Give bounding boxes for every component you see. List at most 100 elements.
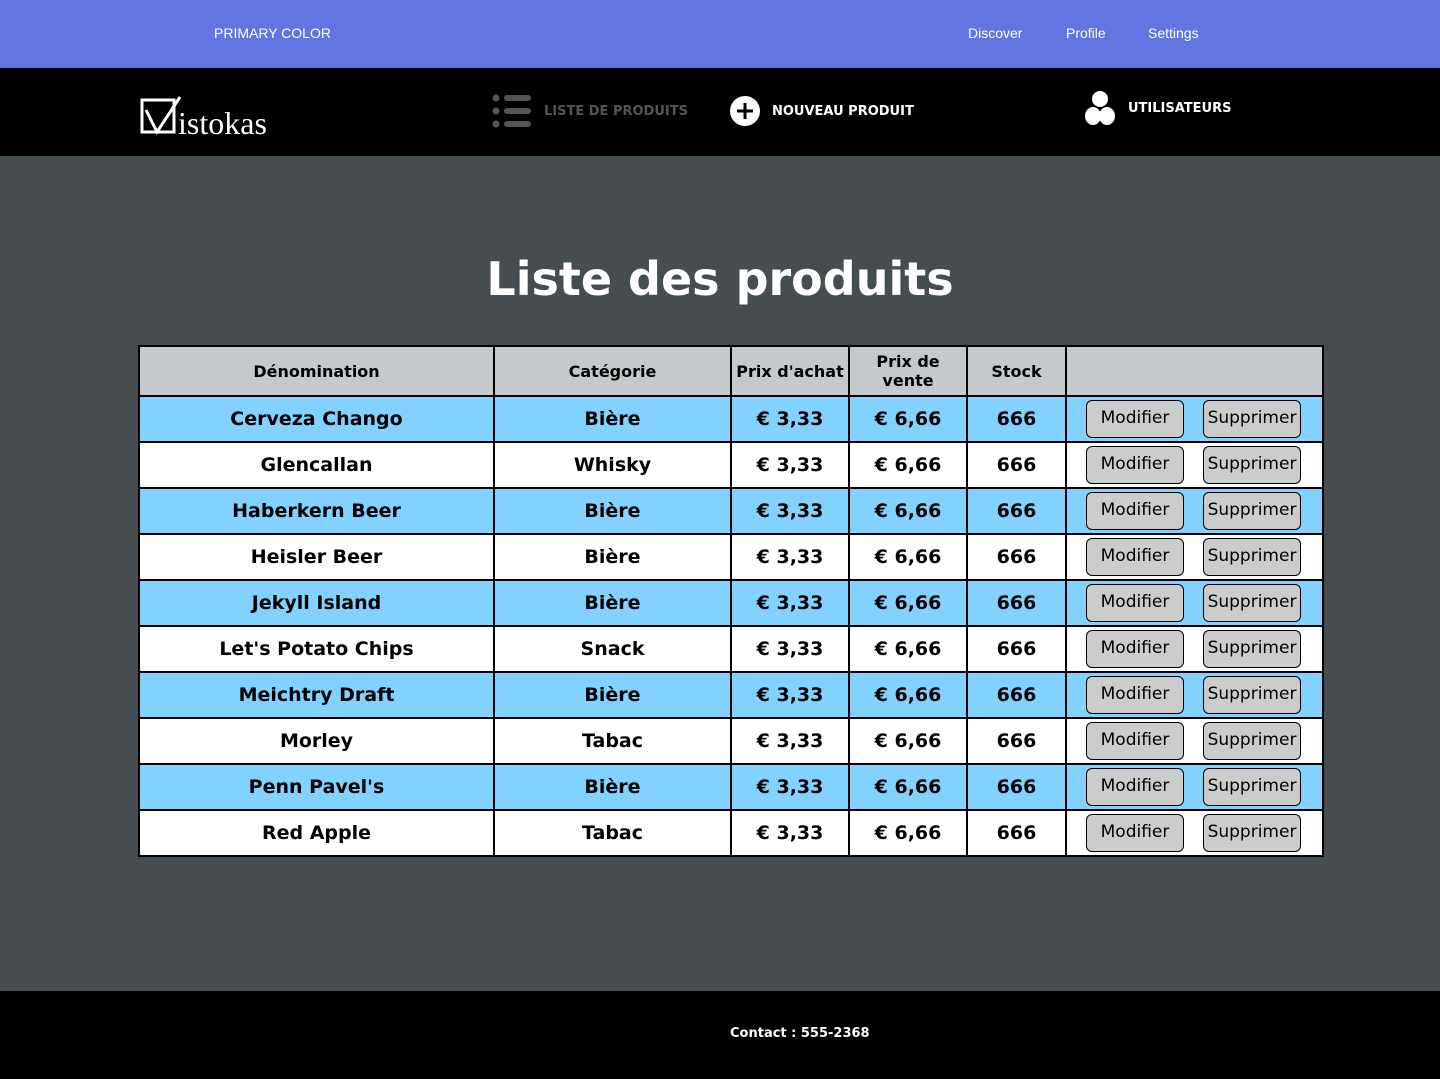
cell-stock: 666 [966, 625, 1067, 673]
cell-sell-price: € 6,66 [848, 625, 968, 673]
cell-category: Bière [493, 763, 732, 811]
cell-category: Tabac [493, 809, 732, 857]
cell-name: Penn Pavel's [138, 763, 495, 811]
cell-category: Bière [493, 579, 732, 627]
nav-item-products[interactable]: LISTE DE PRODUITS [492, 94, 688, 128]
nav-new-product-label: NOUVEAU PRODUIT [772, 103, 914, 119]
main-navbar: istokas LISTE DE PRODUITS NOUVEAU PRODUI… [0, 68, 1440, 156]
table-row: Morley Tabac € 3,33 € 6,66 666 Modifier Suppri… [138, 717, 1324, 765]
table-row: Red Apple Tabac € 3,33 € 6,66 666 Modifier Sup… [138, 809, 1324, 857]
column-header-actions [1065, 345, 1324, 397]
cell-sell-price: € 6,66 [848, 579, 968, 627]
cell-buy-price: € 3,33 [730, 671, 850, 719]
cell-sell-price: € 6,66 [848, 717, 968, 765]
cell-buy-price: € 3,33 [730, 809, 850, 857]
edit-button[interactable]: Modifier [1086, 676, 1184, 714]
cell-actions: Modifier Supprimer [1065, 625, 1324, 673]
cell-sell-price: € 6,66 [848, 487, 968, 535]
edit-button[interactable]: Modifier [1086, 446, 1184, 484]
cell-buy-price: € 3,33 [730, 625, 850, 673]
brand-label: PRIMARY COLOR [214, 25, 331, 41]
cell-buy-price: € 3,33 [730, 763, 850, 811]
edit-button[interactable]: Modifier [1086, 400, 1184, 438]
cell-sell-price: € 6,66 [848, 533, 968, 581]
cell-buy-price: € 3,33 [730, 441, 850, 489]
cell-name: Morley [138, 717, 495, 765]
cell-actions: Modifier Supprimer [1065, 717, 1324, 765]
cell-stock: 666 [966, 441, 1067, 489]
cell-name: Glencallan [138, 441, 495, 489]
cell-buy-price: € 3,33 [730, 487, 850, 535]
nav-users-label: UTILISATEURS [1128, 100, 1232, 116]
nav-item-new-product[interactable]: NOUVEAU PRODUIT [730, 96, 914, 126]
delete-button[interactable]: Supprimer [1203, 722, 1301, 760]
top-link-settings[interactable]: Settings [1148, 25, 1199, 41]
cell-stock: 666 [966, 487, 1067, 535]
column-header-stock: Stock [966, 345, 1067, 397]
cell-sell-price: € 6,66 [848, 671, 968, 719]
cell-actions: Modifier Supprimer [1065, 763, 1324, 811]
cell-category: Bière [493, 487, 732, 535]
cell-buy-price: € 3,33 [730, 717, 850, 765]
page-title: Liste des produits [486, 252, 954, 306]
delete-button[interactable]: Supprimer [1203, 814, 1301, 852]
table-row: Jekyll Island Bière € 3,33 € 6,66 666 Modifie… [138, 579, 1324, 627]
table-row: Glencallan Whisky € 3,33 € 6,66 666 Modifier S… [138, 441, 1324, 489]
edit-button[interactable]: Modifier [1086, 814, 1184, 852]
nav-products-label: LISTE DE PRODUITS [544, 103, 688, 119]
cell-actions: Modifier Supprimer [1065, 579, 1324, 627]
cell-category: Bière [493, 671, 732, 719]
delete-button[interactable]: Supprimer [1203, 584, 1301, 622]
cell-name: Haberkern Beer [138, 487, 495, 535]
cell-category: Whisky [493, 441, 732, 489]
cell-name: Red Apple [138, 809, 495, 857]
cell-sell-price: € 6,66 [848, 441, 968, 489]
list-icon [492, 94, 532, 128]
delete-button[interactable]: Supprimer [1203, 492, 1301, 530]
table-row: Let's Potato Chips Snack € 3,33 € 6,66 666 Mo… [138, 625, 1324, 673]
cell-buy-price: € 3,33 [730, 533, 850, 581]
delete-button[interactable]: Supprimer [1203, 768, 1301, 806]
logo-text: istokas [178, 105, 267, 141]
cell-name: Meichtry Draft [138, 671, 495, 719]
cell-category: Tabac [493, 717, 732, 765]
cell-actions: Modifier Supprimer [1065, 395, 1324, 443]
edit-button[interactable]: Modifier [1086, 492, 1184, 530]
column-header-sell-price: Prix de vente [848, 345, 968, 397]
cell-category: Snack [493, 625, 732, 673]
nav-item-users[interactable]: UTILISATEURS [1084, 90, 1231, 126]
cell-name: Heisler Beer [138, 533, 495, 581]
footer-contact: Contact : 555-2368 [730, 1026, 870, 1041]
cell-buy-price: € 3,33 [730, 579, 850, 627]
edit-button[interactable]: Modifier [1086, 630, 1184, 668]
cell-stock: 666 [966, 809, 1067, 857]
table-header-row: Dénomination Catégorie Prix d'achat Prix… [138, 345, 1324, 397]
top-link-profile[interactable]: Profile [1066, 25, 1106, 41]
cell-actions: Modifier Supprimer [1065, 809, 1324, 857]
edit-button[interactable]: Modifier [1086, 722, 1184, 760]
cell-sell-price: € 6,66 [848, 763, 968, 811]
edit-button[interactable]: Modifier [1086, 538, 1184, 576]
cell-stock: 666 [966, 763, 1067, 811]
cell-actions: Modifier Supprimer [1065, 487, 1324, 535]
table-row: Heisler Beer Bière € 3,33 € 6,66 666 Modifier… [138, 533, 1324, 581]
table-row: Haberkern Beer Bière € 3,33 € 6,66 666 Modifi… [138, 487, 1324, 535]
cell-stock: 666 [966, 671, 1067, 719]
edit-button[interactable]: Modifier [1086, 584, 1184, 622]
cell-stock: 666 [966, 579, 1067, 627]
cell-name: Jekyll Island [138, 579, 495, 627]
delete-button[interactable]: Supprimer [1203, 630, 1301, 668]
column-header-buy-price: Prix d'achat [730, 345, 850, 397]
top-bar: PRIMARY COLOR Discover Profile Settings [0, 0, 1440, 68]
cell-actions: Modifier Supprimer [1065, 671, 1324, 719]
delete-button[interactable]: Supprimer [1203, 446, 1301, 484]
edit-button[interactable]: Modifier [1086, 768, 1184, 806]
delete-button[interactable]: Supprimer [1203, 676, 1301, 714]
table-row: Cerveza Chango Bière € 3,33 € 6,66 666 Modifi… [138, 395, 1324, 443]
delete-button[interactable]: Supprimer [1203, 400, 1301, 438]
cell-sell-price: € 6,66 [848, 809, 968, 857]
delete-button[interactable]: Supprimer [1203, 538, 1301, 576]
logo[interactable]: istokas [140, 96, 290, 142]
top-link-discover[interactable]: Discover [968, 25, 1022, 41]
user-icon [1084, 90, 1116, 126]
